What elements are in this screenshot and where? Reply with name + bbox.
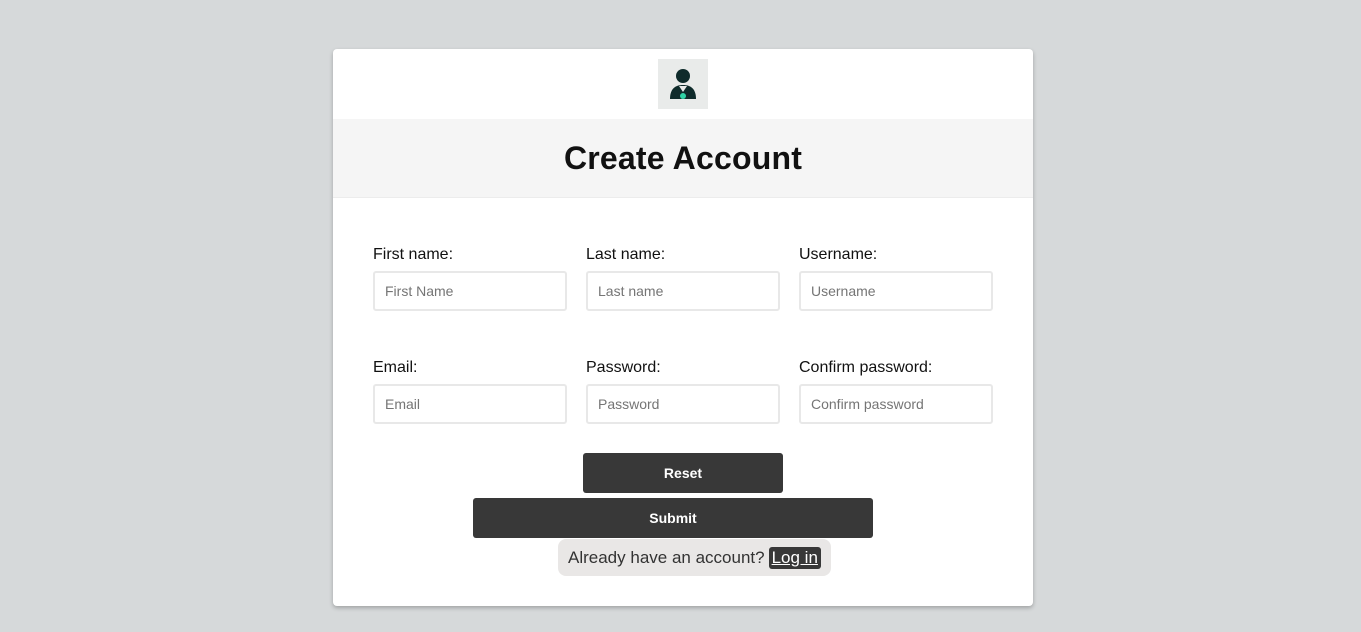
first-name-input[interactable] xyxy=(373,271,567,311)
signup-card: Create Account First name: Last name: Us… xyxy=(333,49,1033,606)
password-label: Password: xyxy=(586,359,661,376)
last-name-field: Last name: xyxy=(586,245,780,311)
confirm-password-field: Confirm password: xyxy=(799,358,993,424)
email-field: Email: xyxy=(373,358,567,424)
username-field: Username: xyxy=(799,245,993,311)
user-avatar-icon xyxy=(670,69,696,99)
first-name-label: First name: xyxy=(373,246,454,263)
reset-button[interactable]: Reset xyxy=(583,453,783,493)
avatar xyxy=(658,59,708,109)
username-input[interactable] xyxy=(799,271,993,311)
username-label: Username: xyxy=(799,246,878,263)
confirm-password-input[interactable] xyxy=(799,384,993,424)
password-input[interactable] xyxy=(586,384,780,424)
email-label: Email: xyxy=(373,359,418,376)
email-input[interactable] xyxy=(373,384,567,424)
title-band: Create Account xyxy=(333,119,1033,198)
page-title: Create Account xyxy=(563,139,803,176)
confirm-password-label: Confirm password: xyxy=(799,359,933,376)
last-name-input[interactable] xyxy=(586,271,780,311)
login-link[interactable]: Log in xyxy=(768,546,821,569)
last-name-label: Last name: xyxy=(586,246,666,263)
login-prompt: Already have an account? Log in xyxy=(558,539,831,576)
login-prompt-text: Already have an account? xyxy=(568,547,765,567)
first-name-field: First name: xyxy=(373,245,567,311)
submit-button[interactable]: Submit xyxy=(473,498,873,538)
password-field: Password: xyxy=(586,358,780,424)
